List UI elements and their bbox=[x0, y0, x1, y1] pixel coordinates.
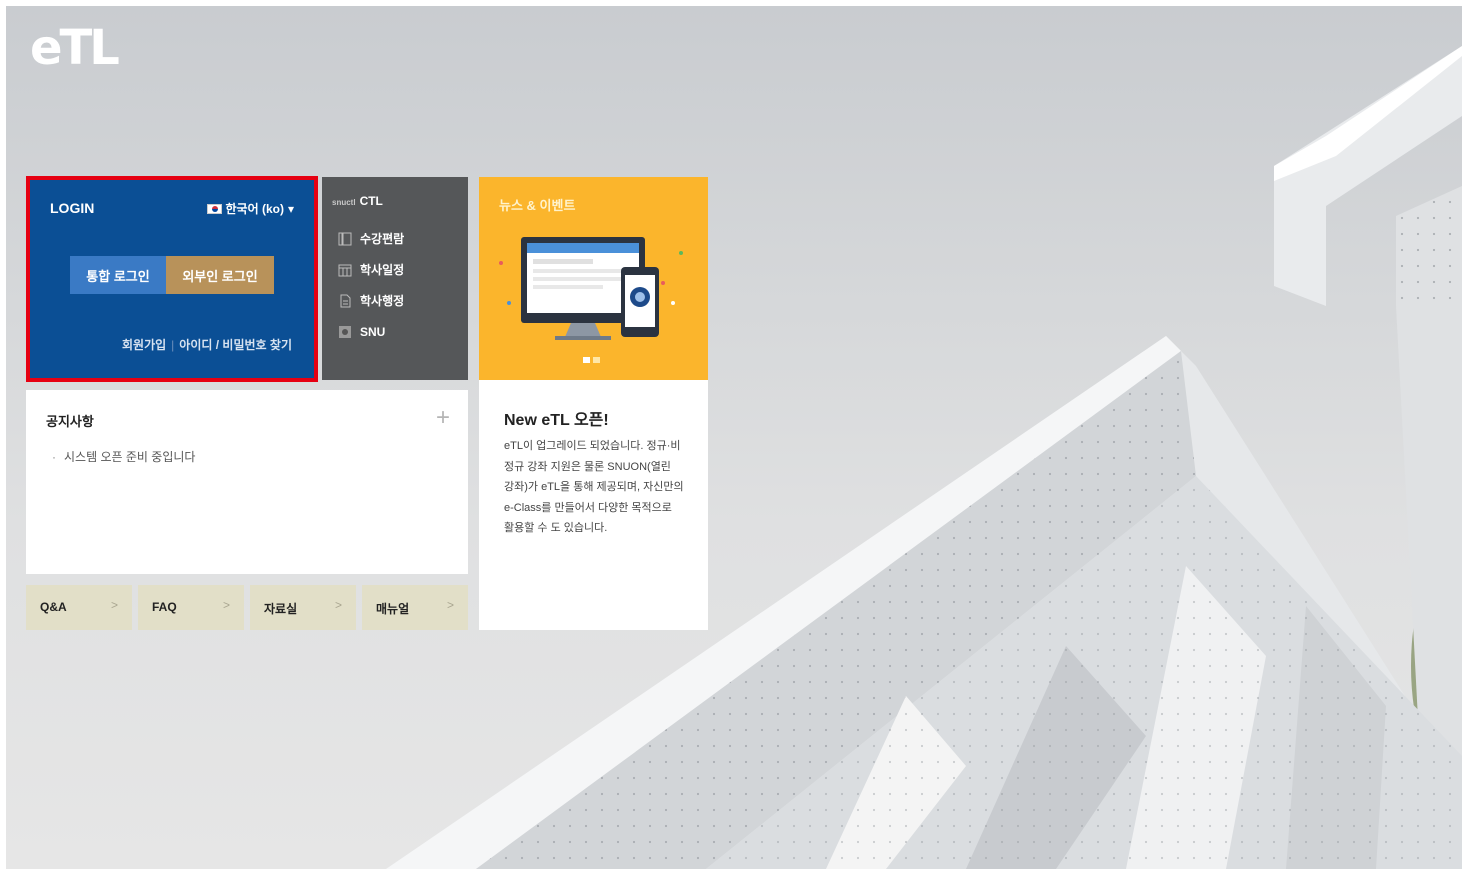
login-links: 회원가입 | 아이디 / 비밀번호 찾기 bbox=[122, 336, 292, 353]
chevron-right-icon: > bbox=[334, 598, 342, 612]
faq-link[interactable]: FAQ > bbox=[138, 585, 244, 630]
find-account-link[interactable]: 아이디 / 비밀번호 찾기 bbox=[179, 338, 292, 352]
quick-item-label: 학사행정 bbox=[360, 294, 405, 308]
notice-more-button[interactable]: + bbox=[436, 404, 450, 432]
calendar-icon bbox=[338, 264, 352, 276]
caret-down-icon: ▾ bbox=[287, 201, 294, 216]
quick-menu-title: snuctl CTL bbox=[332, 194, 383, 208]
archive-link[interactable]: 자료실 > bbox=[250, 585, 356, 630]
quick-item-academic-calendar[interactable]: 학사일정 bbox=[338, 254, 404, 285]
chevron-right-icon: > bbox=[110, 598, 118, 612]
quick-item-course-catalog[interactable]: 수강편람 bbox=[338, 223, 404, 254]
tile-label: 매뉴얼 bbox=[376, 602, 410, 616]
manual-link[interactable]: 매뉴얼 > bbox=[362, 585, 468, 630]
quick-item-label: SNU bbox=[360, 324, 386, 339]
qna-link[interactable]: Q&A > bbox=[26, 585, 132, 630]
ctl-label: CTL bbox=[359, 194, 383, 208]
unified-login-button[interactable]: 통합 로그인 bbox=[70, 256, 166, 294]
carousel-indicators bbox=[583, 357, 600, 363]
login-panel: LOGIN 한국어 (ko) ▾ 통합 로그인 외부인 로그인 회원가입 | 아이디… bbox=[26, 176, 318, 382]
news-events-panel[interactable]: 뉴스 & 이벤트 bbox=[479, 177, 708, 380]
carousel-dot[interactable] bbox=[593, 357, 600, 363]
quick-item-academic-admin[interactable]: 학사행정 bbox=[338, 285, 404, 316]
news-events-title: 뉴스 & 이벤트 bbox=[499, 198, 576, 213]
login-title: LOGIN bbox=[50, 200, 95, 216]
chevron-right-icon: > bbox=[446, 598, 454, 612]
news-illustration bbox=[499, 237, 683, 340]
foreign-login-button[interactable]: 외부인 로그인 bbox=[166, 256, 274, 294]
login-buttons: 통합 로그인 외부인 로그인 bbox=[70, 256, 274, 294]
page: eTL LOGIN 한국어 (ko) ▾ 통합 로그인 외부인 로그인 회원가입… bbox=[6, 6, 1462, 869]
korean-flag-icon bbox=[206, 203, 222, 214]
notice-title: 공지사항 bbox=[46, 414, 94, 429]
book-icon bbox=[338, 232, 352, 245]
quick-menu: snuctl CTL 수강편람 학사일정 학사행정 SNU bbox=[322, 177, 468, 380]
quick-item-label: 수강편람 bbox=[360, 232, 405, 246]
document-icon bbox=[340, 294, 351, 307]
tile-label: FAQ bbox=[152, 600, 177, 614]
article-title[interactable]: New eTL 오픈! bbox=[504, 406, 609, 430]
quick-item-snu[interactable]: SNU bbox=[338, 316, 404, 347]
etl-logo[interactable]: eTL bbox=[30, 20, 120, 76]
tile-label: Q&A bbox=[40, 600, 67, 614]
article-body: eTL이 업그레이드 되었습니다. 정규·비정규 강좌 지원은 물론 SNUON… bbox=[504, 440, 684, 534]
news-article-panel: New eTL 오픈! eTL이 업그레이드 되었습니다. 정규·비정규 강좌 … bbox=[479, 380, 708, 630]
quick-menu-list: 수강편람 학사일정 학사행정 SNU bbox=[338, 223, 404, 347]
carousel-dot[interactable] bbox=[583, 357, 590, 363]
quick-item-label: 학사일정 bbox=[360, 263, 405, 277]
notice-item[interactable]: 시스템 오픈 준비 중입니다 bbox=[52, 448, 195, 465]
chevron-right-icon: > bbox=[222, 598, 230, 612]
signup-link[interactable]: 회원가입 bbox=[122, 338, 166, 352]
language-selector[interactable]: 한국어 (ko) ▾ bbox=[206, 200, 294, 217]
notice-panel: 공지사항 + 시스템 오픈 준비 중입니다 bbox=[26, 390, 468, 574]
snu-emblem-icon bbox=[339, 325, 351, 338]
language-label: 한국어 (ko) bbox=[225, 202, 284, 216]
snuctl-prefix: snuctl bbox=[332, 198, 356, 207]
quick-links: Q&A > FAQ > 자료실 > 매뉴얼 > bbox=[26, 585, 468, 630]
tile-label: 자료실 bbox=[264, 602, 298, 616]
link-divider: | bbox=[171, 338, 175, 352]
